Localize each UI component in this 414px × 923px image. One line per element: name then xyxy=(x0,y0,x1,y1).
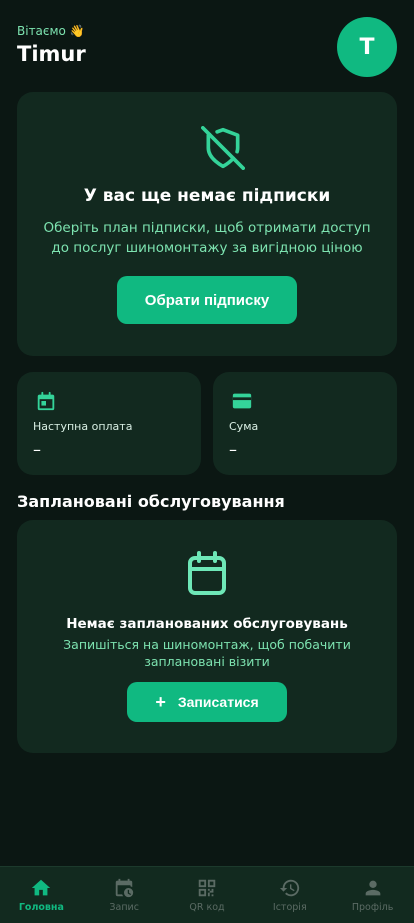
nav-label-qr-code: QR код xyxy=(189,902,225,913)
nav-item-booking[interactable]: Запис xyxy=(83,867,166,923)
nav-label-booking: Запис xyxy=(109,902,139,913)
next-payment-card: Наступна оплата – xyxy=(17,372,201,475)
no-scheduled-title: Немає запланованих обслуговувань xyxy=(66,616,348,632)
scheduled-card: Немає запланованих обслуговувань Запишіт… xyxy=(17,520,397,753)
qr-code-icon xyxy=(198,879,216,897)
choose-subscription-button[interactable]: Обрати підписку xyxy=(117,276,297,324)
nav-item-qr-code[interactable]: QR код xyxy=(166,867,249,923)
amount-label: Сума xyxy=(229,420,259,433)
nav-item-home[interactable]: Головна xyxy=(0,867,83,923)
history-clock-icon xyxy=(115,878,134,898)
next-payment-label: Наступна оплата xyxy=(33,420,133,433)
shield-off-icon xyxy=(201,126,245,170)
person-icon xyxy=(365,880,380,896)
nav-item-profile[interactable]: Профіль xyxy=(331,867,414,923)
nav-label-home: Головна xyxy=(18,902,64,913)
nav-label-profile: Профіль xyxy=(351,902,394,913)
amount-value: – xyxy=(229,440,237,459)
nav-item-history[interactable]: Історія xyxy=(248,867,331,923)
avatar[interactable]: T xyxy=(337,17,397,77)
amount-card: Сума – xyxy=(213,372,397,475)
book-appointment-button[interactable]: + Записатися xyxy=(127,682,287,722)
plus-icon: + xyxy=(155,691,166,712)
subscription-card: У вас ще немає підписки Оберіть план під… xyxy=(17,92,397,356)
credit-card-icon xyxy=(232,393,252,409)
home-icon xyxy=(32,879,51,896)
calendar-icon xyxy=(37,391,55,411)
subscription-title: У вас ще немає підписки xyxy=(83,186,331,206)
subscription-description: Оберіть план підписки, щоб отримати дост… xyxy=(43,220,371,256)
nav-label-history: Історія xyxy=(272,902,307,913)
calendar-icon xyxy=(188,551,226,595)
history-icon xyxy=(279,879,299,897)
greeting-text: Вітаємо 👋 xyxy=(17,24,85,38)
bottom-navigation: Головна Запис QR код Історія Профіль xyxy=(0,866,414,923)
scheduled-section-title: Заплановані обслуговування xyxy=(17,492,285,511)
book-appointment-label: Записатися xyxy=(177,694,259,710)
no-scheduled-description: Запишіться на шиномонтаж, щоб побачити з… xyxy=(63,637,351,669)
next-payment-value: – xyxy=(33,440,41,459)
user-name: Timur xyxy=(17,42,86,66)
